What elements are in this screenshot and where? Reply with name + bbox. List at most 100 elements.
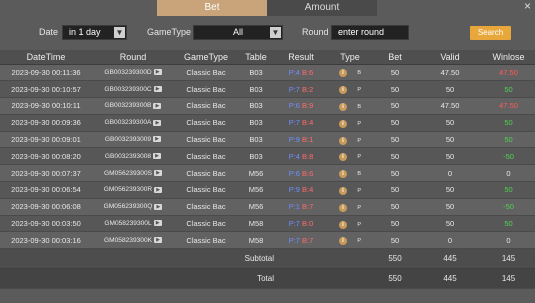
info-icon[interactable]: i <box>338 203 347 212</box>
cell-table: B03 <box>238 97 274 115</box>
col-valid[interactable]: Valid <box>418 50 482 65</box>
cell-round: GB003239300A ▶ <box>92 114 174 132</box>
play-icon[interactable]: ▶ <box>153 119 162 126</box>
cell-datetime: 2023-09-30 00:03:50 <box>0 215 92 233</box>
col-round[interactable]: Round <box>92 50 174 65</box>
cell-datetime: 2023-09-30 00:07:37 <box>0 164 92 183</box>
info-icon[interactable]: i <box>338 86 347 95</box>
info-icon[interactable]: i <box>338 186 347 195</box>
table-row: 2023-09-30 00:03:16 GM058239300K ▶ Classic … <box>0 231 535 250</box>
info-icon[interactable]: i <box>338 136 347 145</box>
play-icon[interactable]: ▶ <box>153 220 162 227</box>
col-datetime[interactable]: DateTime <box>0 50 92 65</box>
round-input[interactable]: enter round <box>331 25 409 40</box>
col-result[interactable]: Result <box>274 50 328 65</box>
info-icon[interactable]: i <box>338 102 347 111</box>
cell-type: i B <box>328 64 372 82</box>
cell-datetime: 2023-09-30 00:10:11 <box>0 97 92 115</box>
col-table[interactable]: Table <box>238 50 274 65</box>
chevron-down-icon[interactable]: ▼ <box>114 27 125 38</box>
bet-history-table: DateTime Round GameType Table Result Typ… <box>0 50 535 290</box>
cell-gametype: Classic Bac <box>174 131 238 149</box>
search-button[interactable]: Search <box>470 26 511 40</box>
subtotal-valid: 445 <box>418 248 482 270</box>
cell-gametype: Classic Bac <box>174 80 238 99</box>
bet-type: P <box>357 137 362 144</box>
round-id: GB0032393009 <box>104 136 152 144</box>
play-icon[interactable]: ▶ <box>154 169 163 176</box>
info-icon[interactable]: i <box>338 153 347 162</box>
subtotal-row: Subtotal 550 445 145 <box>0 248 535 270</box>
play-icon[interactable]: ▶ <box>153 85 162 92</box>
cell-valid: 50 <box>418 114 482 132</box>
info-icon[interactable]: i <box>338 69 347 78</box>
cell-bet: 50 <box>372 114 418 132</box>
play-icon[interactable]: ▶ <box>154 186 163 193</box>
filter-bar: Date in 1 day ▼ GameType All ▼ Round ent… <box>0 22 535 44</box>
cell-type: i B <box>328 97 372 115</box>
col-bet[interactable]: Bet <box>372 50 418 65</box>
cell-bet: 50 <box>372 64 418 82</box>
close-icon[interactable]: × <box>524 0 531 12</box>
cell-table: B03 <box>238 114 274 132</box>
round-id: GM056239300Q <box>103 203 153 211</box>
cell-table: B03 <box>238 147 274 166</box>
player-score: P:7 <box>288 118 300 128</box>
info-icon[interactable]: i <box>338 220 347 229</box>
cell-bet: 50 <box>372 147 418 166</box>
play-icon[interactable]: ▶ <box>153 153 162 160</box>
cell-winlose: 47.50 <box>482 97 535 115</box>
cell-datetime: 2023-09-30 00:08:20 <box>0 147 92 166</box>
cell-table: B03 <box>238 80 274 99</box>
play-icon[interactable]: ▶ <box>153 102 162 109</box>
info-icon[interactable]: i <box>338 237 347 246</box>
cell-valid: 50 <box>418 181 482 199</box>
cell-valid: 0 <box>418 164 482 183</box>
play-icon[interactable]: ▶ <box>153 136 162 143</box>
play-icon[interactable]: ▶ <box>154 203 163 210</box>
date-label: Date <box>39 27 59 37</box>
cell-result: P:7 B:2 <box>274 80 328 99</box>
banker-score: B:7 <box>302 235 314 245</box>
chevron-down-icon[interactable]: ▼ <box>270 27 281 38</box>
tab-amount[interactable]: Amount <box>267 0 377 16</box>
total-winlose: 145 <box>482 268 535 290</box>
cell-gametype: Classic Bac <box>174 231 238 250</box>
player-score: P:7 <box>288 84 300 94</box>
cell-type: i B <box>328 164 372 183</box>
table-row: 2023-09-30 00:09:36 GB003239300A ▶ Classic … <box>0 114 535 132</box>
total-row: Total 550 445 145 <box>0 268 535 290</box>
cell-gametype: Classic Bac <box>174 215 238 233</box>
info-icon[interactable]: i <box>338 170 347 179</box>
info-icon[interactable]: i <box>338 119 347 128</box>
table-row: 2023-09-30 00:10:57 GB003239300C ▶ Classic … <box>0 80 535 99</box>
col-type[interactable]: Type <box>328 50 372 65</box>
round-id: GM058239300K <box>103 236 153 244</box>
bet-type: P <box>357 204 362 211</box>
cell-gametype: Classic Bac <box>174 97 238 115</box>
cell-result: P:6 B:6 <box>274 164 328 183</box>
bet-type: P <box>357 87 362 94</box>
date-select[interactable]: in 1 day ▼ <box>62 25 127 40</box>
player-score: P:7 <box>288 235 300 245</box>
play-icon[interactable]: ▶ <box>154 237 163 244</box>
cell-valid: 50 <box>418 80 482 99</box>
cell-datetime: 2023-09-30 00:06:08 <box>0 198 92 216</box>
bet-type: P <box>357 120 362 127</box>
cell-gametype: Classic Bac <box>174 64 238 82</box>
tab-bar: Bet Amount × <box>0 0 535 16</box>
col-winlose[interactable]: Winlose <box>482 50 535 65</box>
cell-round: GM056239300Q ▶ <box>92 198 174 216</box>
cell-round: GB003239300D ▶ <box>92 64 174 82</box>
tab-bet[interactable]: Bet <box>157 0 267 16</box>
round-id: GM056239300R <box>103 186 153 194</box>
col-gametype[interactable]: GameType <box>174 50 238 65</box>
date-value: in 1 day <box>69 27 101 37</box>
play-icon[interactable]: ▶ <box>153 69 162 76</box>
gametype-select[interactable]: All ▼ <box>193 25 283 40</box>
cell-winlose: 50 <box>482 80 535 99</box>
cell-datetime: 2023-09-30 00:09:36 <box>0 114 92 132</box>
player-score: P:4 <box>288 151 300 161</box>
table-row: 2023-09-30 00:07:37 GM056239300S ▶ Classic … <box>0 164 535 183</box>
table-row: 2023-09-30 00:08:20 GB0032393008 ▶ Classic … <box>0 147 535 166</box>
